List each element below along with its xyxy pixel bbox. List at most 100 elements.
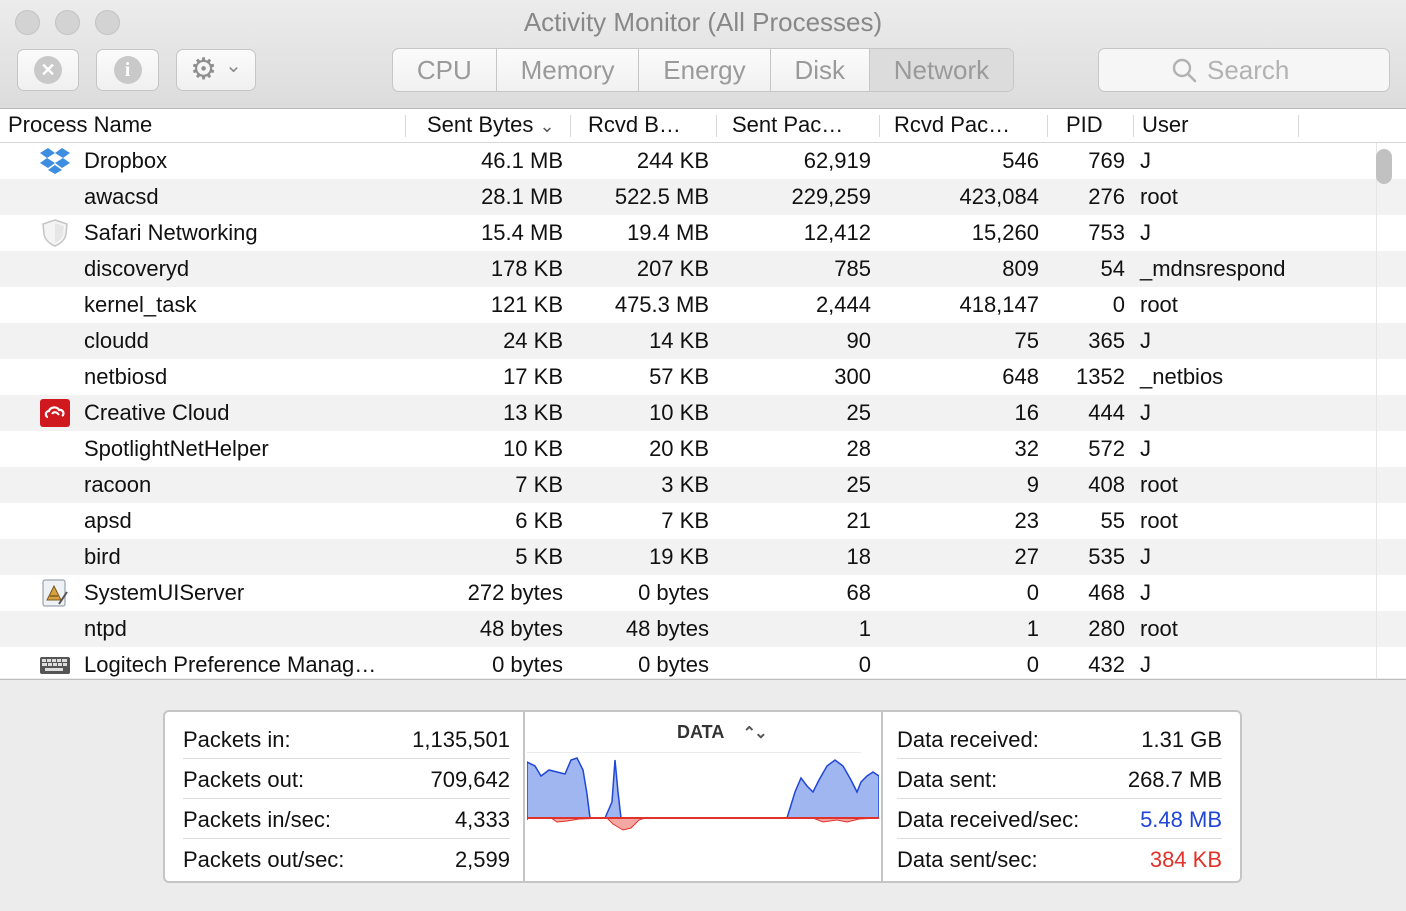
rcvd-packets: 16 — [1014, 400, 1039, 425]
column-header-rcvd-packets[interactable]: Rcvd Pac… — [894, 112, 1010, 138]
packets-in-per-sec-stat: Packets in/sec: 4,333 — [183, 798, 510, 839]
column-header-sent-bytes[interactable]: Sent Bytes ⌄ — [427, 112, 555, 138]
rcvd-bytes: 0 bytes — [638, 580, 709, 605]
pid: 280 — [1088, 616, 1125, 641]
rcvd-packets: 27 — [1014, 544, 1039, 569]
column-header-process-name[interactable]: Process Name — [8, 112, 152, 138]
graph-mode-selector[interactable]: DATA ⌃⌄ — [677, 722, 767, 743]
sent-packets: 62,919 — [803, 148, 871, 173]
process-name: bird — [84, 544, 121, 569]
pid: 55 — [1100, 508, 1125, 533]
search-icon — [1172, 58, 1197, 83]
data-received-per-sec-stat: Data received/sec: 5.48 MB — [897, 798, 1222, 839]
sent-packets: 68 — [846, 580, 871, 605]
quit-process-button[interactable]: ✕ — [17, 49, 79, 91]
rcvd-bytes: 3 KB — [661, 472, 709, 497]
rcvd-packets: 75 — [1014, 328, 1039, 353]
search-field[interactable] — [1098, 48, 1390, 92]
stat-value: 268.7 MB — [1127, 767, 1222, 792]
stat-label: Data sent/sec: — [897, 847, 1038, 872]
tab-cpu[interactable]: CPU — [393, 49, 497, 91]
pid: 572 — [1088, 436, 1125, 461]
creative-cloud-icon — [39, 398, 71, 428]
stat-value: 709,642 — [430, 767, 510, 792]
user: _mdnsrespond — [1140, 256, 1286, 281]
rcvd-bytes: 20 KB — [649, 436, 709, 461]
sent-packets: 28 — [846, 436, 871, 461]
sent-packets: 18 — [846, 544, 871, 569]
rcvd-bytes: 57 KB — [649, 364, 709, 389]
table-row[interactable]: SystemUIServer 272 bytes 0 bytes 68 0 46… — [0, 575, 1406, 611]
stat-label: Data received: — [897, 727, 1039, 752]
user: root — [1140, 184, 1178, 209]
stat-value: 4,333 — [454, 807, 510, 832]
tab-network[interactable]: Network — [869, 49, 1013, 91]
column-header-sent-packets[interactable]: Sent Pac… — [732, 112, 843, 138]
column-divider[interactable] — [405, 115, 406, 137]
table-row[interactable]: discoveryd 178 KB 207 KB 785 809 54 _mdn… — [0, 251, 1406, 287]
table-row[interactable]: kernel_task 121 KB 475.3 MB 2,444 418,14… — [0, 287, 1406, 323]
tab-disk[interactable]: Disk — [771, 49, 870, 91]
column-header-pid[interactable]: PID — [1066, 112, 1103, 138]
user: J — [1140, 436, 1151, 461]
table-row[interactable]: racoon 7 KB 3 KB 25 9 408 root — [0, 467, 1406, 503]
user: _netbios — [1140, 364, 1224, 389]
column-divider[interactable] — [1047, 115, 1048, 137]
user: J — [1140, 148, 1151, 173]
table-row[interactable]: bird 5 KB 19 KB 18 27 535 J — [0, 539, 1406, 575]
column-divider[interactable] — [716, 115, 717, 137]
table-row[interactable]: Dropbox 46.1 MB 244 KB 62,919 546 769 J — [0, 143, 1406, 179]
column-header-rcvd-bytes[interactable]: Rcvd B… — [588, 112, 681, 138]
rcvd-bytes: 475.3 MB — [614, 292, 709, 317]
rcvd-packets: 418,147 — [959, 292, 1039, 317]
stat-value: 1.31 GB — [1141, 727, 1222, 752]
column-divider[interactable] — [1298, 115, 1299, 137]
pid: 432 — [1088, 652, 1125, 677]
tab-energy[interactable]: Energy — [639, 49, 771, 91]
data-received-stat: Data received: 1.31 GB — [897, 718, 1222, 759]
inspect-process-button[interactable]: i — [96, 49, 159, 91]
divider — [881, 712, 883, 881]
process-name: Logitech Preference Manag… — [84, 652, 377, 677]
action-menu-button[interactable]: ⚙ ⌄ — [176, 49, 256, 91]
table-row[interactable]: apsd 6 KB 7 KB 21 23 55 root — [0, 503, 1406, 539]
user: root — [1140, 472, 1178, 497]
sort-descending-icon: ⌄ — [539, 116, 555, 136]
process-name: netbiosd — [84, 364, 168, 389]
user: J — [1140, 328, 1151, 353]
process-name: ntpd — [84, 616, 127, 641]
table-body: Dropbox 46.1 MB 244 KB 62,919 546 769 J … — [0, 143, 1406, 678]
pid: 0 — [1112, 292, 1125, 317]
table-row[interactable]: Safari Networking 15.4 MB 19.4 MB 12,412… — [0, 215, 1406, 251]
column-divider[interactable] — [570, 115, 571, 137]
table-row[interactable]: cloudd 24 KB 14 KB 90 75 365 J — [0, 323, 1406, 359]
table-row[interactable]: Logitech Preference Manag… 0 bytes 0 byt… — [0, 647, 1406, 678]
tab-memory[interactable]: Memory — [497, 49, 640, 91]
rcvd-bytes: 19 KB — [649, 544, 709, 569]
stat-value: 384 KB — [1149, 847, 1222, 872]
process-name: Dropbox — [84, 148, 168, 173]
column-divider[interactable] — [879, 115, 880, 137]
user: J — [1140, 220, 1151, 245]
column-divider[interactable] — [1133, 115, 1134, 137]
process-table: Process Name Sent Bytes ⌄ Rcvd B… Sent P… — [0, 109, 1406, 678]
table-row[interactable]: SpotlightNetHelper 10 KB 20 KB 28 32 572… — [0, 431, 1406, 467]
rcvd-bytes: 14 KB — [649, 328, 709, 353]
vertical-scrollbar[interactable] — [1376, 149, 1392, 184]
rcvd-packets: 546 — [1002, 148, 1039, 173]
search-input[interactable] — [1207, 54, 1317, 86]
sent-packets: 300 — [834, 364, 871, 389]
rcvd-bytes: 7 KB — [661, 508, 709, 533]
column-header-user[interactable]: User — [1142, 112, 1188, 138]
table-row[interactable]: Creative Cloud 13 KB 10 KB 25 16 444 J — [0, 395, 1406, 431]
summary-area: Packets in: 1,135,501 Packets out: 709,6… — [0, 679, 1406, 911]
process-name: cloudd — [84, 328, 149, 353]
sent-packets: 12,412 — [803, 220, 871, 245]
table-row[interactable]: awacsd 28.1 MB 522.5 MB 229,259 423,084 … — [0, 179, 1406, 215]
rcvd-bytes: 0 bytes — [638, 652, 709, 677]
table-row[interactable]: netbiosd 17 KB 57 KB 300 648 1352 _netbi… — [0, 359, 1406, 395]
stat-label: Packets out: — [183, 767, 305, 792]
table-row[interactable]: ntpd 48 bytes 48 bytes 1 1 280 root — [0, 611, 1406, 647]
stat-label: Packets in: — [183, 727, 291, 752]
process-name: Creative Cloud — [84, 400, 230, 425]
